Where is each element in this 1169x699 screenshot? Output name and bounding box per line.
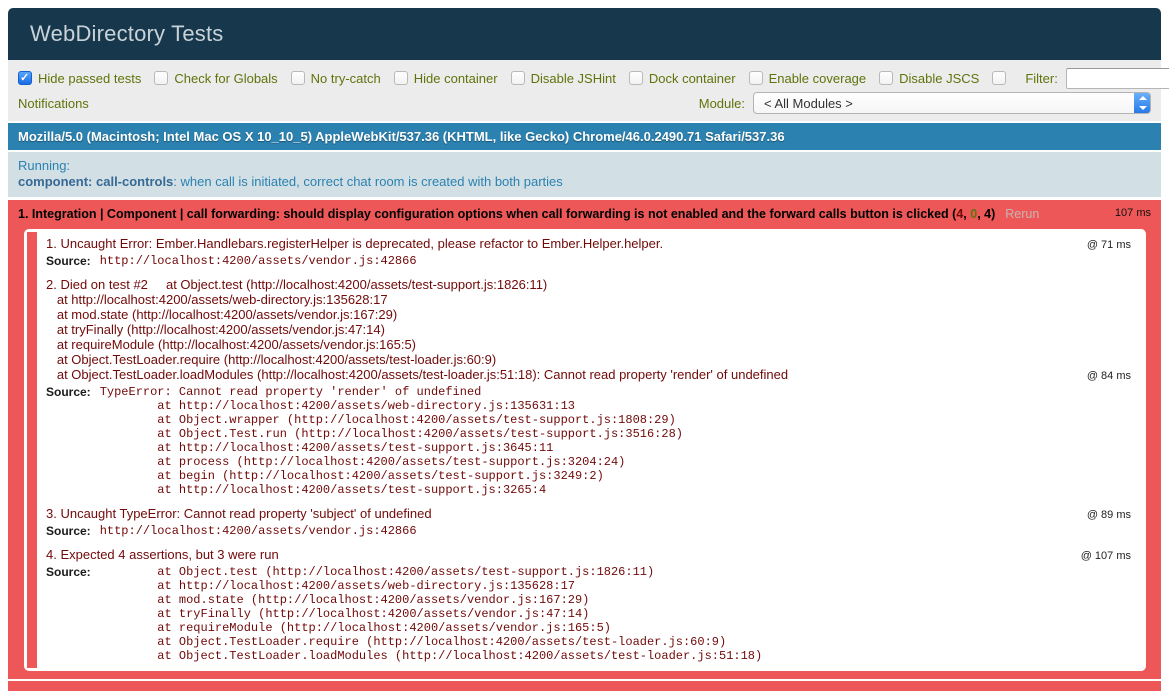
module-select[interactable]: < All Modules > [753, 92, 1151, 114]
assertion-source-row: Source: TypeError: Cannot read property … [46, 385, 1135, 497]
assertion-item: 3. Uncaught TypeError: Cannot read prope… [27, 502, 1143, 543]
checkbox-box[interactable] [511, 71, 525, 85]
assertion-source: TypeError: Cannot read property 'render'… [100, 385, 683, 497]
assertion-counts: (4, 0, 4) [952, 207, 995, 221]
source-label: Source: [46, 565, 91, 579]
assertion-message: 4. Expected 4 assertions, but 3 were run [46, 547, 279, 562]
assertion-runtime: @ 89 ms [1087, 509, 1135, 521]
qunit-page: WebDirectory Tests ✓ Hide passed tests C… [8, 8, 1161, 691]
checkbox-box[interactable] [629, 71, 643, 85]
checkbox-label[interactable]: Check for Globals [174, 71, 277, 86]
checkbox-label[interactable]: Dock container [649, 71, 736, 86]
test-number: 1. [18, 207, 32, 221]
user-agent-banner: Mozilla/5.0 (Macintosh; Intel Mac OS X 1… [8, 123, 1161, 150]
module-label: Module: [699, 96, 745, 111]
checkbox-disable-jscs[interactable]: Disable JSCS [879, 71, 979, 86]
checkbox-label[interactable]: Hide passed tests [38, 71, 141, 86]
filter-group: Filter: Go [1025, 67, 1169, 89]
assertion-message: 2. Died on test #2 at Object.test (http:… [46, 277, 788, 382]
checkbox-label[interactable]: Disable JSCS [899, 71, 979, 86]
running-label: Running: [18, 158, 1151, 174]
module-group: Module: < All Modules > [699, 92, 1151, 114]
checkbox-notifications-label[interactable]: Notifications [18, 96, 89, 111]
assertion-source-row: Source: at Object.test (http://localhost… [46, 565, 1135, 663]
toolbar-row-1: ✓ Hide passed tests Check for Globals No… [18, 67, 1151, 89]
assertion-source-row: Source: http://localhost:4200/assets/ven… [46, 524, 1135, 538]
assertion-message-row: 1. Uncaught Error: Ember.Handlebars.regi… [46, 236, 1135, 251]
assertion-item: 1. Uncaught Error: Ember.Handlebars.regi… [27, 232, 1143, 273]
checkbox-box[interactable] [394, 71, 408, 85]
assertion-source: http://localhost:4200/assets/vendor.js:4… [100, 254, 417, 268]
checkbox-hide-passed-tests[interactable]: ✓ Hide passed tests [18, 71, 141, 86]
failed-test-title[interactable]: 1. Integration | Component | call forwar… [18, 206, 1101, 223]
assertion-message-row: 4. Expected 4 assertions, but 3 were run… [46, 547, 1135, 562]
checkbox-dock-container[interactable]: Dock container [629, 71, 736, 86]
checkbox-notifications[interactable] [992, 71, 1012, 85]
chevron-down-icon [1139, 106, 1147, 110]
rerun-link[interactable]: Rerun [1005, 207, 1039, 221]
test-runtime: 107 ms [1115, 207, 1151, 219]
test-name: Integration | Component | call forwardin… [32, 207, 952, 221]
assertion-source: http://localhost:4200/assets/vendor.js:4… [100, 524, 417, 538]
app-header: WebDirectory Tests [8, 8, 1161, 60]
source-label: Source: [46, 524, 91, 538]
running-test-desc: : when call is initiated, correct chat r… [173, 174, 562, 189]
testrunner-toolbar: ✓ Hide passed tests Check for Globals No… [8, 60, 1161, 121]
check-icon: ✓ [20, 71, 29, 85]
checkbox-check-for-globals[interactable]: Check for Globals [154, 71, 277, 86]
checkbox-label[interactable]: Disable JSHint [531, 71, 616, 86]
checkbox-box[interactable] [291, 71, 305, 85]
checkbox-box[interactable] [154, 71, 168, 85]
checkbox-enable-coverage[interactable]: Enable coverage [749, 71, 867, 86]
checkbox-label[interactable]: Enable coverage [769, 71, 867, 86]
checkbox-label[interactable]: Hide container [414, 71, 498, 86]
module-select-value[interactable]: < All Modules > [754, 96, 1134, 111]
assertion-message-row: 2. Died on test #2 at Object.test (http:… [46, 277, 1135, 382]
select-stepper-icon[interactable] [1134, 92, 1151, 114]
checkbox-box[interactable] [992, 71, 1006, 85]
test-result-panel: Running: component: call-controls: when … [8, 152, 1161, 197]
source-label: Source: [46, 254, 91, 268]
assertion-runtime: @ 107 ms [1081, 550, 1135, 562]
assertion-item: 2. Died on test #2 at Object.test (http:… [27, 273, 1143, 502]
toolbar-row-2: Notifications Module: < All Modules > [18, 91, 1151, 115]
assertion-runtime: @ 71 ms [1087, 239, 1135, 251]
assertion-message: 3. Uncaught TypeError: Cannot read prope… [46, 506, 432, 521]
checkbox-box[interactable] [749, 71, 763, 85]
page-title: WebDirectory Tests [30, 21, 224, 46]
filter-input[interactable] [1066, 68, 1169, 89]
running-test-name: component: call-controls [18, 174, 173, 189]
next-failed-test-item[interactable] [8, 681, 1161, 691]
chevron-up-icon [1139, 96, 1147, 100]
failed-test-header[interactable]: 1. Integration | Component | call forwar… [18, 206, 1151, 223]
failed-test-item: 1. Integration | Component | call forwar… [8, 200, 1161, 681]
checkbox-hide-container[interactable]: Hide container [394, 71, 498, 86]
assertion-runtime: @ 84 ms [1087, 370, 1135, 382]
checkbox-no-try-catch[interactable]: No try-catch [291, 71, 381, 86]
assertion-item: 4. Expected 4 assertions, but 3 were run… [27, 543, 1143, 668]
running-test: component: call-controls: when call is i… [18, 174, 1151, 190]
assertion-list: 1. Uncaught Error: Ember.Handlebars.regi… [24, 229, 1146, 671]
checkbox-box[interactable]: ✓ [18, 71, 32, 85]
assertion-message: 1. Uncaught Error: Ember.Handlebars.regi… [46, 236, 663, 251]
filter-label: Filter: [1025, 71, 1058, 86]
checkbox-label[interactable]: No try-catch [311, 71, 381, 86]
checkbox-box[interactable] [879, 71, 893, 85]
assertion-source-row: Source: http://localhost:4200/assets/ven… [46, 254, 1135, 268]
source-label: Source: [46, 385, 91, 399]
assertion-message-row: 3. Uncaught TypeError: Cannot read prope… [46, 506, 1135, 521]
checkbox-disable-jshint[interactable]: Disable JSHint [511, 71, 616, 86]
assertion-source: at Object.test (http://localhost:4200/as… [100, 565, 763, 663]
